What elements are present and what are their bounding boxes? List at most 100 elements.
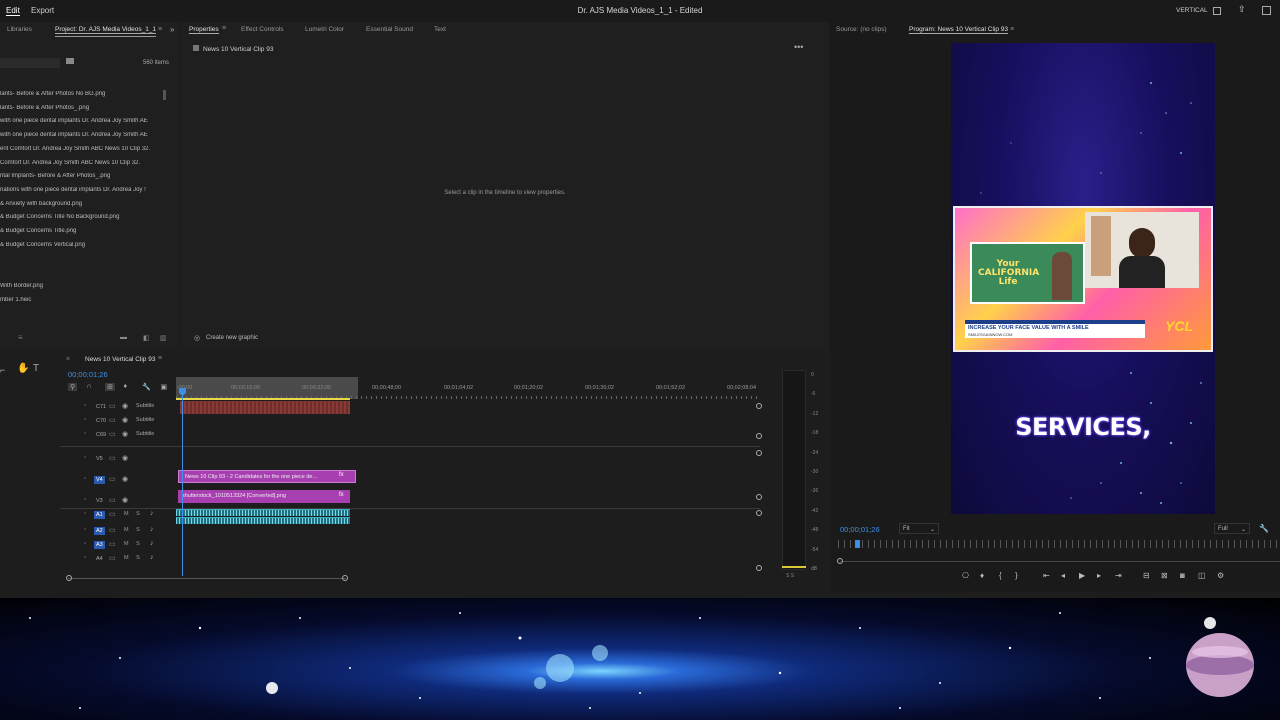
scrollbar[interactable]	[163, 90, 166, 100]
create-graphic-button[interactable]: Create new graphic	[206, 335, 258, 341]
track-id-c70[interactable]: C70	[94, 417, 108, 425]
zoom-bar[interactable]	[840, 561, 1280, 562]
timeline-tab[interactable]: News 10 Vertical Clip 93	[85, 356, 155, 363]
track-id-a4[interactable]: A4	[94, 555, 105, 563]
track-id-v5[interactable]: V5	[94, 455, 105, 463]
zoom-handle[interactable]	[837, 558, 843, 564]
work-area-bar[interactable]	[176, 398, 350, 400]
eye-icon[interactable]: ◉	[122, 416, 128, 424]
lock-icon[interactable]: ▫	[84, 455, 86, 461]
marker-select-icon[interactable]: ⊞	[105, 383, 115, 391]
tab-libraries[interactable]: Libraries	[7, 26, 32, 33]
insert-icon[interactable]: ⊟	[1143, 571, 1150, 580]
lock-icon[interactable]: ▫	[84, 497, 86, 503]
wrench-icon[interactable]: 🔧	[142, 383, 151, 391]
close-icon[interactable]: ×	[66, 356, 70, 363]
track-id-v4[interactable]: V4	[94, 476, 105, 484]
toggle-sync-icon[interactable]: ▭	[109, 454, 116, 462]
scroll-handle[interactable]	[756, 565, 762, 571]
lock-icon[interactable]: ▫	[84, 403, 86, 409]
mute-solo-buttons[interactable]: M S	[124, 541, 140, 547]
timeline-scrollbar[interactable]	[68, 578, 346, 579]
marker-icon[interactable]: ♦	[124, 383, 128, 390]
expand-icon[interactable]: »	[170, 25, 174, 34]
scroll-handle[interactable]	[756, 403, 762, 409]
scroll-handle[interactable]	[756, 494, 762, 500]
menu-icon[interactable]: ≡	[1010, 26, 1014, 33]
lock-icon[interactable]: ▫	[84, 527, 86, 533]
track-id-c69[interactable]: C69	[94, 431, 108, 439]
tab-properties[interactable]: Properties	[189, 26, 219, 34]
tab-program[interactable]: Program: News 10 Vertical Clip 93	[909, 26, 1008, 34]
playhead[interactable]	[182, 388, 183, 576]
toggle-sync-icon[interactable]: ▭	[109, 540, 116, 548]
tab-source[interactable]: Source: (no clips)	[836, 26, 887, 33]
toggle-sync-icon[interactable]: ▭	[109, 526, 116, 534]
mic-icon[interactable]: ♪	[150, 540, 154, 547]
marker-icon[interactable]: ♦	[980, 571, 984, 580]
new-item-icon[interactable]: ◧	[143, 334, 150, 342]
quality-dropdown[interactable]: Full ⌄	[1214, 523, 1250, 534]
toggle-sync-icon[interactable]: ▭	[109, 430, 116, 438]
lock-icon[interactable]: ▫	[84, 417, 86, 423]
lock-icon[interactable]: ▫	[84, 511, 86, 517]
lock-icon[interactable]: ▫	[84, 541, 86, 547]
settings-icon[interactable]: ⚙	[1217, 571, 1224, 580]
list-item[interactable]: Comfort Dr. Andrea Joy Smith ABC News 10…	[0, 160, 160, 166]
list-item[interactable]: & Budget Concerns Vertical.png	[0, 242, 160, 248]
scroll-handle-right[interactable]	[342, 575, 348, 581]
fit-dropdown[interactable]: Fit ⌄	[899, 523, 939, 534]
eye-icon[interactable]: ◉	[122, 475, 128, 483]
track-id-a1[interactable]: A1	[94, 511, 105, 519]
go-to-out-icon[interactable]: ⇥	[1115, 571, 1122, 580]
mute-solo-buttons[interactable]: M S	[124, 527, 140, 533]
tab-project[interactable]: Project: Dr. AJS Media Videos_1_1	[55, 26, 157, 37]
new-bin-icon[interactable]	[66, 58, 74, 64]
program-video[interactable]: Your CALIFORNIA Life INCREASE YOUR FACE …	[951, 43, 1215, 514]
workspace-label[interactable]: VERTICAL	[1176, 7, 1208, 14]
program-ruler[interactable]	[838, 540, 1280, 548]
mic-icon[interactable]: ♪	[150, 554, 154, 561]
track-id-v3[interactable]: V3	[94, 497, 105, 505]
audio-clip-a2[interactable]	[176, 517, 350, 524]
list-item[interactable]: & Anxiety with background.png	[0, 201, 160, 207]
menu-icon[interactable]: ≡	[222, 25, 226, 32]
list-item[interactable]: mber 1.heic	[0, 297, 160, 303]
select-tool-icon[interactable]: ⌐	[0, 365, 5, 375]
track-id-a3[interactable]: A3	[94, 541, 105, 549]
tab-text[interactable]: Text	[434, 26, 446, 33]
fullscreen-icon[interactable]	[1262, 6, 1271, 15]
mic-icon[interactable]: ♪	[150, 510, 154, 517]
hand-tool-icon[interactable]: ✋	[17, 363, 29, 374]
track-id-c71[interactable]: C71	[94, 403, 108, 411]
search-input[interactable]	[0, 58, 60, 68]
list-item[interactable]: lants- Before & After Photos_.png	[0, 105, 160, 111]
mark-out-icon[interactable]: }	[1015, 571, 1018, 580]
scroll-handle[interactable]	[756, 450, 762, 456]
overwrite-icon[interactable]: ⊠	[1161, 571, 1168, 580]
workspaces-icon[interactable]	[1213, 7, 1221, 15]
step-back-icon[interactable]: ◂	[1061, 571, 1065, 580]
list-item[interactable]: nations with one piece dental implants D…	[0, 187, 160, 193]
eye-icon[interactable]: ◉	[122, 430, 128, 438]
folder-icon[interactable]: ▬	[120, 334, 127, 341]
list-item[interactable]: lants- Before & After Photos No BG.png	[0, 91, 160, 97]
list-item[interactable]: with one piece dental implants Dr. Andre…	[0, 118, 160, 124]
comparison-icon[interactable]: ◫	[1198, 571, 1206, 580]
program-playhead[interactable]	[855, 540, 860, 548]
scroll-handle-left[interactable]	[66, 575, 72, 581]
more-icon[interactable]: •••	[794, 42, 803, 52]
audio-clip-a1[interactable]	[176, 509, 350, 516]
toggle-sync-icon[interactable]: ▭	[109, 496, 116, 504]
export-frame-icon[interactable]: ◙	[1180, 571, 1185, 580]
eye-icon[interactable]: ◉	[122, 496, 128, 504]
lock-icon[interactable]: ▫	[84, 555, 86, 561]
captions-icon[interactable]: ▣	[161, 383, 168, 391]
toggle-sync-icon[interactable]: ▭	[109, 475, 116, 483]
menu-icon[interactable]: ≡	[158, 26, 162, 33]
step-forward-icon[interactable]: ▸	[1097, 571, 1101, 580]
list-view-icon[interactable]: ≡	[18, 333, 23, 342]
tab-lumetri-color[interactable]: Lumetri Color	[305, 26, 344, 33]
toggle-sync-icon[interactable]: ▭	[109, 402, 116, 410]
type-tool-icon[interactable]: T	[33, 363, 39, 374]
